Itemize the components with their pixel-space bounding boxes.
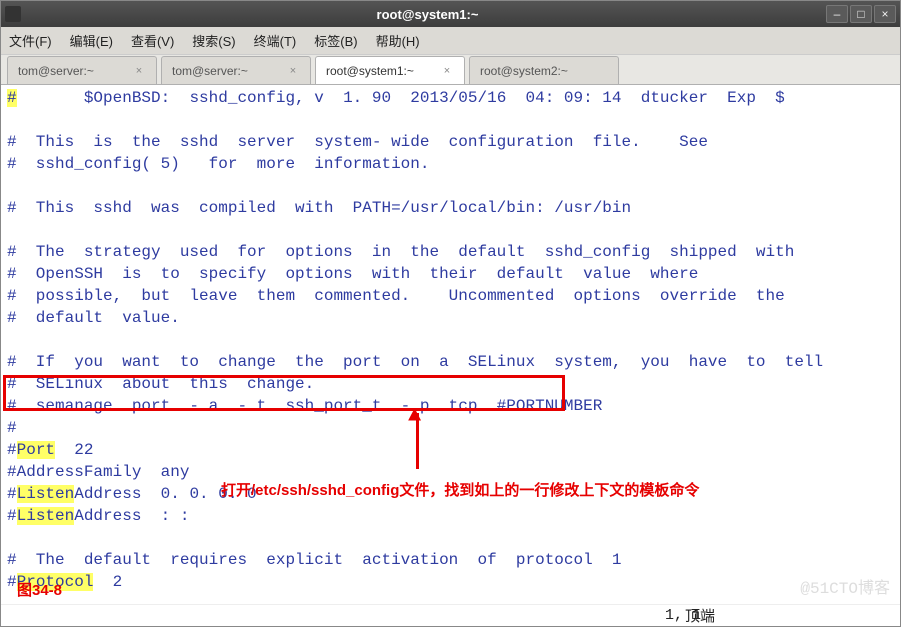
tab-0[interactable]: tom@server:~ × xyxy=(7,56,157,84)
menu-tabs[interactable]: 标签(B) xyxy=(314,31,357,50)
tab-2[interactable]: root@system1:~ × xyxy=(315,56,465,84)
tab-label: tom@server:~ xyxy=(172,64,248,78)
menu-search[interactable]: 搜索(S) xyxy=(192,31,235,50)
tab-1[interactable]: tom@server:~ × xyxy=(161,56,311,84)
arrow-up-icon: ▲ xyxy=(408,405,421,427)
tab-label: tom@server:~ xyxy=(18,64,94,78)
watermark: @51CTO博客 xyxy=(800,578,890,600)
tab-label: root@system2:~ xyxy=(480,64,568,78)
minimize-button[interactable]: – xyxy=(826,5,848,23)
window: root@system1:~ – □ × 文件(F) 编辑(E) 查看(V) 搜… xyxy=(0,0,901,627)
cursor-pos: 1, 1 xyxy=(665,607,701,624)
menu-help[interactable]: 帮助(H) xyxy=(376,31,420,50)
close-button[interactable]: × xyxy=(874,5,896,23)
titlebar[interactable]: root@system1:~ – □ × xyxy=(1,1,900,27)
window-buttons: – □ × xyxy=(826,5,896,23)
statusbar: 顶端 1, 1 xyxy=(1,604,900,626)
close-icon[interactable]: × xyxy=(440,64,454,78)
app-icon xyxy=(5,6,21,22)
menu-edit[interactable]: 编辑(E) xyxy=(70,31,113,50)
file-content: # $OpenBSD: sshd_config, v 1. 90 2013/05… xyxy=(7,87,894,593)
annotation-text: 打开/etc/ssh/sshd_config文件，找到如上的一行修改上下文的模板… xyxy=(221,480,699,502)
maximize-button[interactable]: □ xyxy=(850,5,872,23)
tab-3[interactable]: root@system2:~ xyxy=(469,56,619,84)
terminal-content[interactable]: # $OpenBSD: sshd_config, v 1. 90 2013/05… xyxy=(1,85,900,604)
menubar: 文件(F) 编辑(E) 查看(V) 搜索(S) 终端(T) 标签(B) 帮助(H… xyxy=(1,27,900,55)
highlight-box xyxy=(3,375,565,411)
menu-file[interactable]: 文件(F) xyxy=(9,31,52,50)
window-title: root@system1:~ xyxy=(29,7,826,22)
menu-view[interactable]: 查看(V) xyxy=(131,31,174,50)
close-icon[interactable]: × xyxy=(132,64,146,78)
close-icon[interactable]: × xyxy=(286,64,300,78)
figure-label: 图34-8 xyxy=(17,580,62,602)
menu-terminal[interactable]: 终端(T) xyxy=(254,31,297,50)
tab-label: root@system1:~ xyxy=(326,64,414,78)
tabbar: tom@server:~ × tom@server:~ × root@system1… xyxy=(1,55,900,85)
